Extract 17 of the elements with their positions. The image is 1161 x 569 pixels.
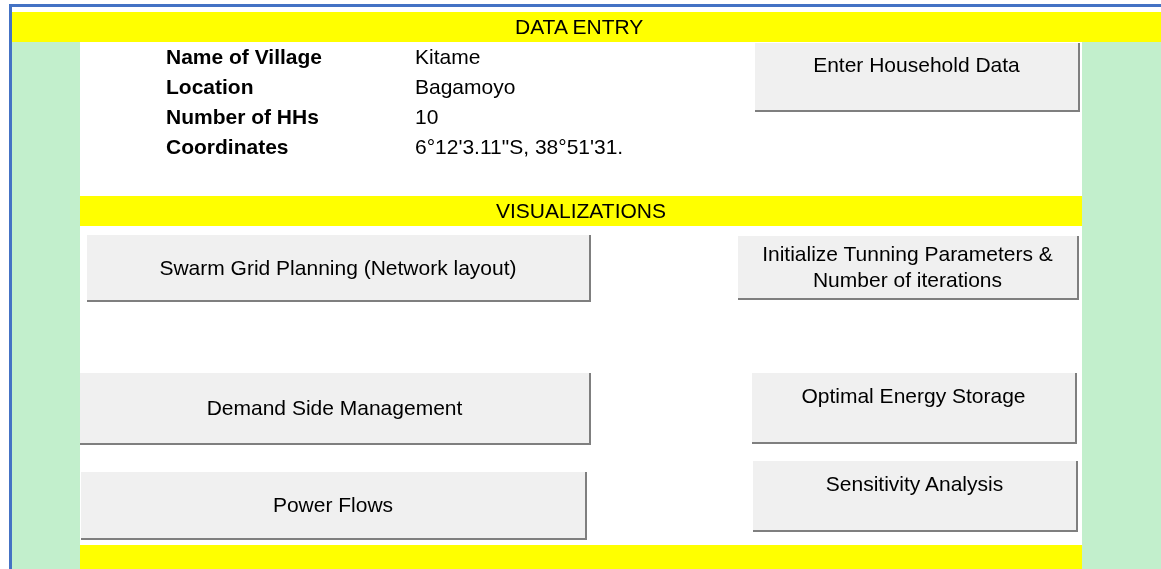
- section-title: DATA ENTRY: [515, 14, 644, 40]
- enter-household-button[interactable]: Enter Household Data: [755, 43, 1080, 112]
- field-value: 10: [415, 104, 440, 130]
- field-value: 6°12'3.11"S, 38°51'31.: [415, 134, 624, 160]
- field-label: Coordinates: [166, 134, 290, 160]
- visualization-button[interactable]: Power Flows: [81, 472, 587, 540]
- field-label: Name of Village: [166, 44, 323, 70]
- visualization-button[interactable]: Swarm Grid Planning (Network layout): [87, 235, 591, 302]
- field-label: Number of HHs: [166, 104, 320, 130]
- section-title: VISUALIZATIONS: [496, 198, 666, 224]
- visualization-button[interactable]: Sensitivity Analysis: [753, 461, 1078, 532]
- visualization-button[interactable]: Demand Side Management: [80, 373, 591, 445]
- field-value: Kitame: [415, 44, 482, 70]
- field-label: Location: [166, 74, 255, 100]
- field-value: Bagamoyo: [415, 74, 517, 100]
- visualization-button[interactable]: Optimal Energy Storage: [752, 373, 1077, 444]
- visualization-button[interactable]: Initialize Tunning Parameters & Number of iterations: [738, 236, 1079, 300]
